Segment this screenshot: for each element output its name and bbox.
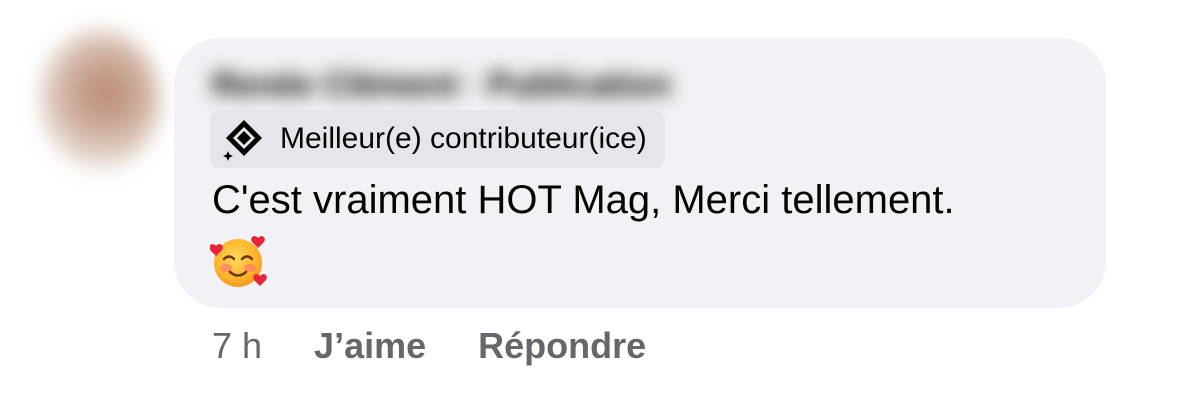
smiling-face-with-hearts-emoji [210, 236, 267, 287]
top-contributor-diamond-icon [223, 120, 262, 161]
avatar[interactable] [40, 30, 160, 170]
comment-container: Renée Clément · Publication Meilleur(e) … [0, 0, 1179, 400]
author-name[interactable]: Renée Clément · Publication [212, 66, 671, 110]
comment-bubble: Renée Clément · Publication Meilleur(e) … [174, 38, 1106, 308]
like-button[interactable]: J’aime [314, 325, 426, 367]
top-contributor-badge[interactable]: Meilleur(e) contributeur(ice) [210, 110, 665, 168]
comment-actions: 7 h J’aime Répondre [212, 322, 698, 370]
reply-button[interactable]: Répondre [478, 325, 646, 367]
timestamp[interactable]: 7 h [212, 325, 262, 367]
badge-label: Meilleur(e) contributeur(ice) [280, 122, 647, 155]
comment-text: C'est vraiment HOT Mag, Merci tellement. [212, 178, 955, 222]
